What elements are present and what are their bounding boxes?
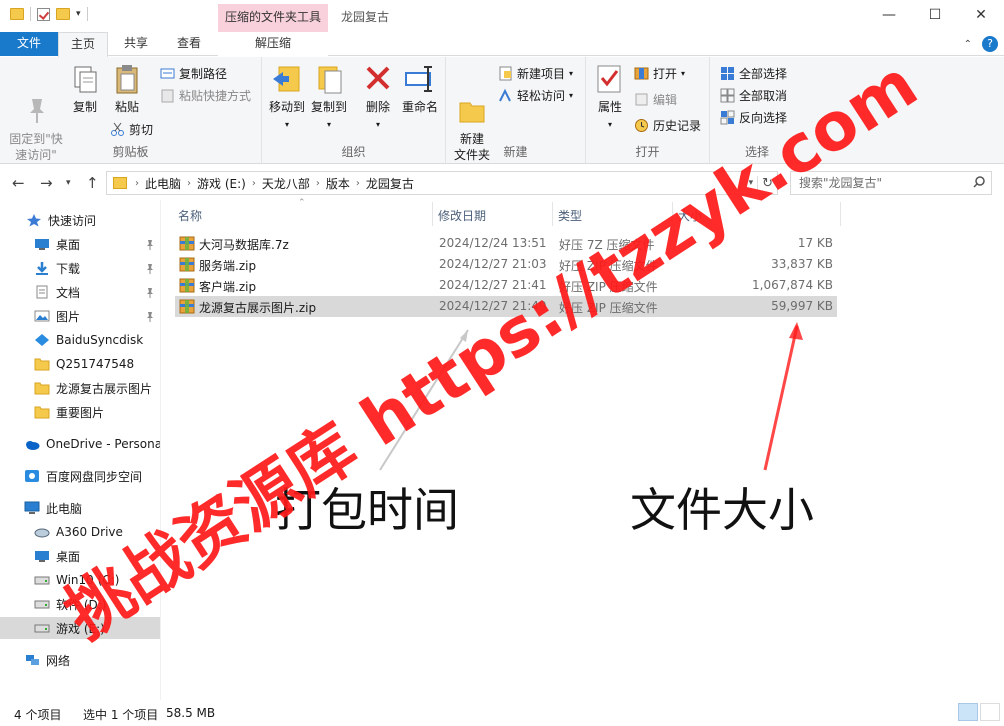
status-selected: 选中 1 个项目 — [83, 708, 159, 722]
annotation-arrows — [379, 322, 803, 471]
large-icons-view-icon[interactable] — [980, 703, 1000, 721]
arrow-to-size-column — [763, 325, 799, 471]
arrowhead-size — [789, 322, 803, 340]
status-bar: 4 个项目 选中 1 个项目 58.5 MB — [0, 700, 1004, 726]
arrow-to-date-column — [379, 329, 469, 471]
view-toggle — [958, 703, 1000, 721]
details-view-icon[interactable] — [958, 703, 978, 721]
status-size: 58.5 MB — [166, 706, 216, 720]
status-item-count: 4 个项目 — [14, 708, 62, 722]
